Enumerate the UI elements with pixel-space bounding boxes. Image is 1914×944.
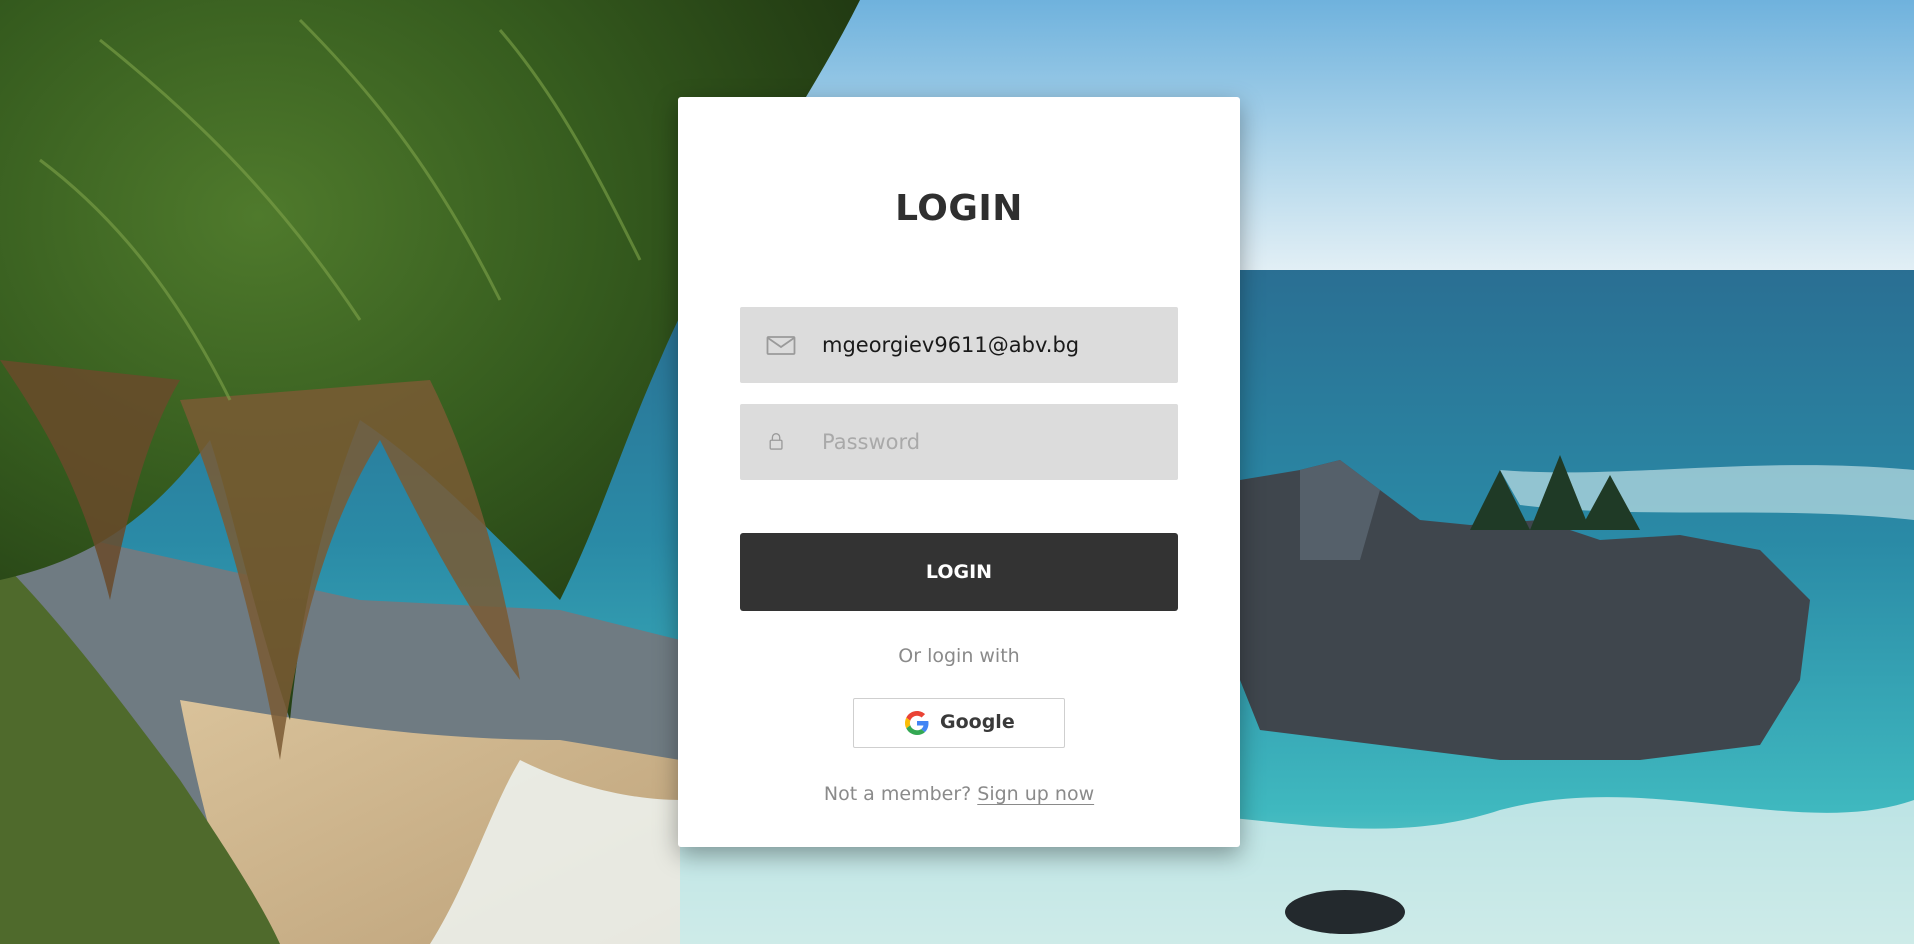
not-member-text: Not a member?	[823, 783, 972, 805]
password-field[interactable]	[740, 404, 1178, 480]
lock-icon	[769, 433, 783, 450]
or-login-with-text: Or login with	[898, 645, 1020, 667]
signup-row: Not a member? Sign up now	[678, 783, 1240, 805]
login-page: LOGIN LOGIN Or login with Go	[0, 0, 1914, 944]
google-icon	[905, 711, 929, 735]
login-button[interactable]: LOGIN	[740, 533, 1178, 611]
signup-link[interactable]: Sign up now	[977, 783, 1094, 805]
login-title: LOGIN	[895, 188, 1023, 229]
google-login-button[interactable]: Google	[853, 698, 1065, 748]
email-input[interactable]	[822, 307, 1162, 383]
envelope-icon	[766, 336, 796, 355]
email-field[interactable]	[740, 307, 1178, 383]
password-input[interactable]	[822, 404, 1162, 480]
google-button-label: Google	[940, 711, 1015, 733]
login-card: LOGIN LOGIN Or login with Go	[678, 97, 1240, 847]
